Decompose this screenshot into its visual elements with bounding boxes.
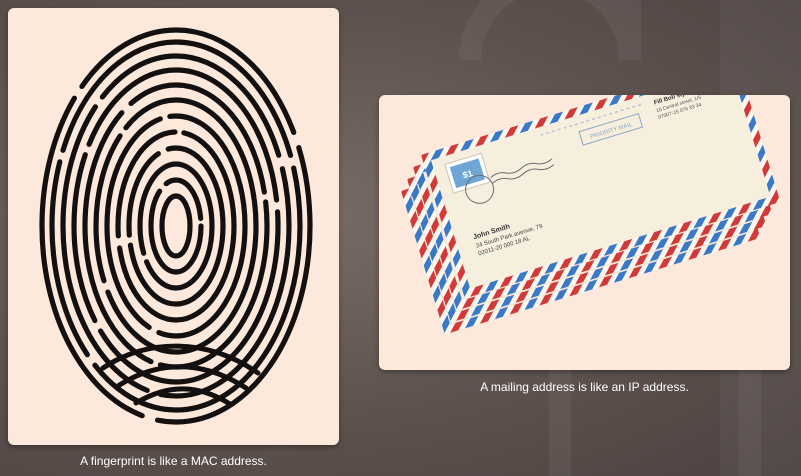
fingerprint-card xyxy=(8,8,339,445)
envelope-card: $1 PRIORITY MAIL Fill Bob style 16 Centr… xyxy=(379,95,790,370)
fingerprint-icon xyxy=(39,27,313,425)
envelope-caption: A mailing address is like an IP address. xyxy=(480,380,689,394)
fingerprint-caption: A fingerprint is like a MAC address. xyxy=(80,454,267,468)
envelope-stack-icon: $1 PRIORITY MAIL Fill Bob style 16 Centr… xyxy=(401,95,780,334)
